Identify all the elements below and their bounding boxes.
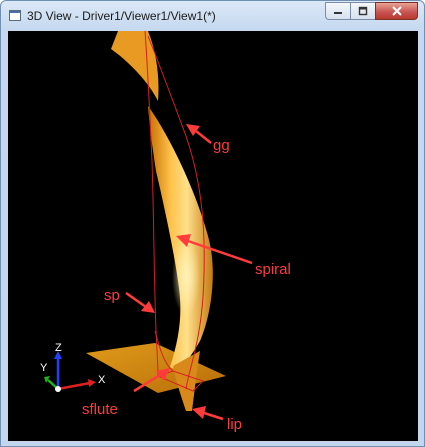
label-sp: sp [104, 287, 120, 304]
helix-surface-upper [111, 31, 159, 101]
label-lip: lip [227, 416, 242, 433]
minimize-icon [334, 12, 342, 14]
maximize-button[interactable] [350, 2, 376, 20]
label-sflute: sflute [82, 401, 118, 418]
axis-triad: Z X Y [40, 342, 106, 392]
axis-label-x: X [98, 374, 106, 386]
window-controls [325, 2, 418, 20]
maximize-icon [358, 6, 368, 16]
surface-highlight [172, 236, 200, 316]
axis-label-z: Z [55, 342, 62, 354]
base-plane [86, 343, 226, 393]
title-bar[interactable]: 3D View - Driver1/Viewer1/View1(*) [1, 1, 424, 31]
3d-viewport[interactable]: gg spiral sp sflute lip Z X Y [8, 31, 418, 441]
minimize-button[interactable] [325, 2, 351, 20]
window-icon[interactable] [9, 10, 21, 21]
label-gg: gg [213, 137, 230, 154]
scene-canvas[interactable]: gg spiral sp sflute lip Z X Y [8, 31, 418, 441]
label-spiral: spiral [255, 261, 291, 278]
application-window: 3D View - Driver1/Viewer1/View1(*) gg sp… [0, 0, 425, 447]
close-icon [391, 6, 402, 16]
close-button[interactable] [375, 2, 418, 20]
window-title: 3D View - Driver1/Viewer1/View1(*) [27, 9, 216, 23]
axis-label-y: Y [40, 362, 48, 374]
